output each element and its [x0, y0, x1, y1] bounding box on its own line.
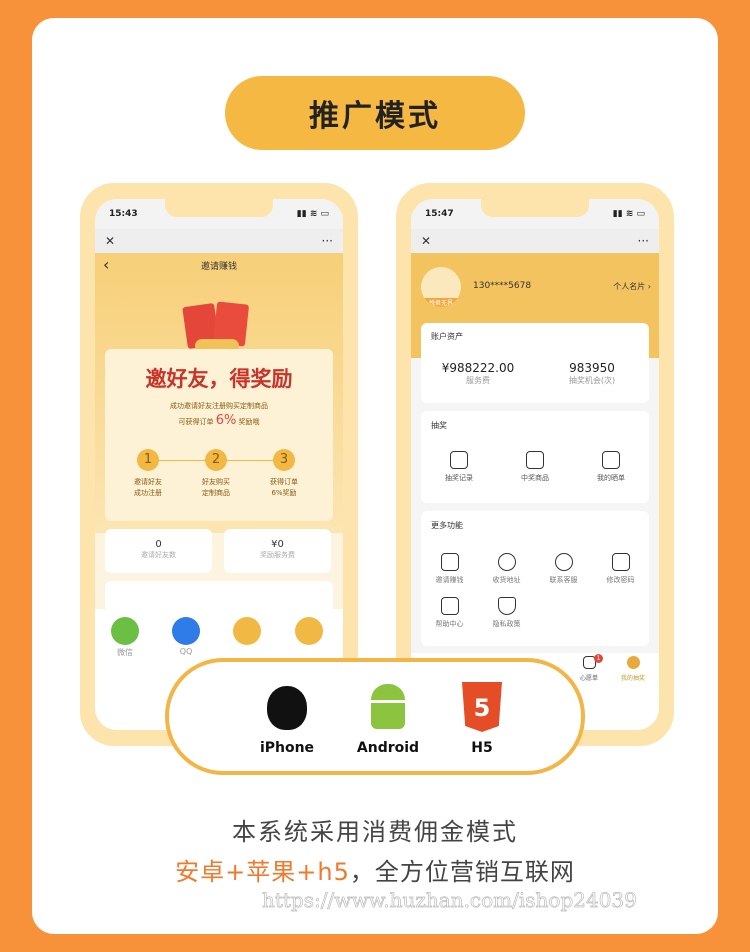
status-time: 15:43: [109, 209, 138, 219]
lottery-panel: 抽奖 抽奖记录 中奖商品 我的晒单: [421, 411, 649, 503]
nav-title: 邀请赚钱: [200, 262, 237, 272]
close-icon[interactable]: ✕: [105, 234, 115, 248]
page-title: 推广模式: [225, 76, 525, 150]
status-icons: ▮▮ ≋ ▭: [612, 209, 645, 219]
more-icon[interactable]: ···: [322, 234, 333, 248]
book-icon: [440, 597, 459, 615]
poster-icon[interactable]: [233, 617, 261, 645]
more-icon[interactable]: ···: [638, 234, 649, 248]
qq-icon[interactable]: [172, 617, 200, 645]
platform-android: Android: [356, 740, 420, 756]
wallet-icon: [440, 553, 459, 571]
shield-icon: [497, 597, 516, 615]
badge-count: 1: [594, 654, 603, 663]
avatar[interactable]: 悦君无界: [421, 267, 461, 307]
user-phone: 130****5678: [473, 281, 532, 291]
more-functions-panel: 更多功能 邀请赚钱 收货地址 联系客服 修改密码 帮助中心 隐私政策: [421, 511, 649, 646]
share-wechat-label: 微信: [117, 648, 133, 657]
assets-panel: 账户资产 ¥988222.00 服务费 983950 抽奖机会(次): [421, 323, 649, 403]
lottery-chances-value: 983950: [569, 361, 615, 375]
help-center-item[interactable]: 帮助中心: [421, 597, 478, 629]
reward-desc: 成功邀请好友注册购买定制商品: [170, 402, 268, 410]
html5-icon: 5: [462, 682, 502, 732]
step-2: 2: [205, 449, 227, 471]
status-icons: ▮▮ ≋ ▭: [296, 209, 329, 219]
business-card-link[interactable]: 个人名片 ›: [613, 281, 651, 292]
headset-icon: [554, 553, 573, 571]
wallet-icon: [602, 451, 620, 469]
wechat-icon[interactable]: [111, 617, 139, 645]
my-posts[interactable]: 我的晒单: [597, 451, 625, 483]
invite-earn-item[interactable]: 邀请赚钱: [421, 553, 478, 585]
lottery-records[interactable]: 抽奖记录: [445, 451, 473, 483]
headline: 邀好友，得奖励: [145, 367, 293, 391]
record-icon: [450, 451, 468, 469]
privacy-item[interactable]: 隐私政策: [478, 597, 535, 629]
tagline-2: 安卓+苹果+h5，全方位营销互联网: [175, 858, 575, 886]
reward-panel: 邀好友，得奖励 成功邀请好友注册购买定制商品 可获得订单 6% 奖励哦 1 2 …: [105, 349, 333, 521]
watermark: https://www.huzhan.com/ishop24039: [262, 888, 638, 913]
stat-reward: ¥0 奖励服务费: [224, 529, 331, 573]
platform-badge: 5 iPhone Android H5: [165, 658, 585, 775]
customer-service-item[interactable]: 联系客服: [535, 553, 592, 585]
card-icon: [526, 451, 544, 469]
apple-icon: [267, 686, 307, 730]
change-password-item[interactable]: 修改密码: [592, 553, 649, 585]
status-time: 15:47: [425, 209, 454, 219]
qrcode-icon[interactable]: [295, 617, 323, 645]
stat-invited: 0 邀请好友数: [105, 529, 212, 573]
service-fee-value: ¥988222.00: [441, 361, 515, 375]
address-item[interactable]: 收货地址: [478, 553, 535, 585]
step-1: 1: [137, 449, 159, 471]
android-icon: [367, 684, 409, 732]
platform-iphone: iPhone: [259, 740, 315, 756]
close-icon[interactable]: ✕: [421, 234, 431, 248]
share-qq-label: QQ: [179, 647, 193, 656]
won-products[interactable]: 中奖商品: [521, 451, 549, 483]
reward-desc-2: 可获得订单 6% 奖励哦: [178, 413, 260, 428]
tab-wishlist[interactable]: 1 心愿单: [571, 654, 607, 682]
lock-icon: [611, 553, 630, 571]
location-icon: [497, 553, 516, 571]
platform-h5: H5: [471, 740, 493, 756]
tab-my-lottery[interactable]: 我的抽奖: [613, 656, 653, 682]
tagline-1: 本系统采用消费佣金模式: [232, 818, 518, 846]
step-3: 3: [273, 449, 295, 471]
user-icon: [626, 656, 640, 669]
